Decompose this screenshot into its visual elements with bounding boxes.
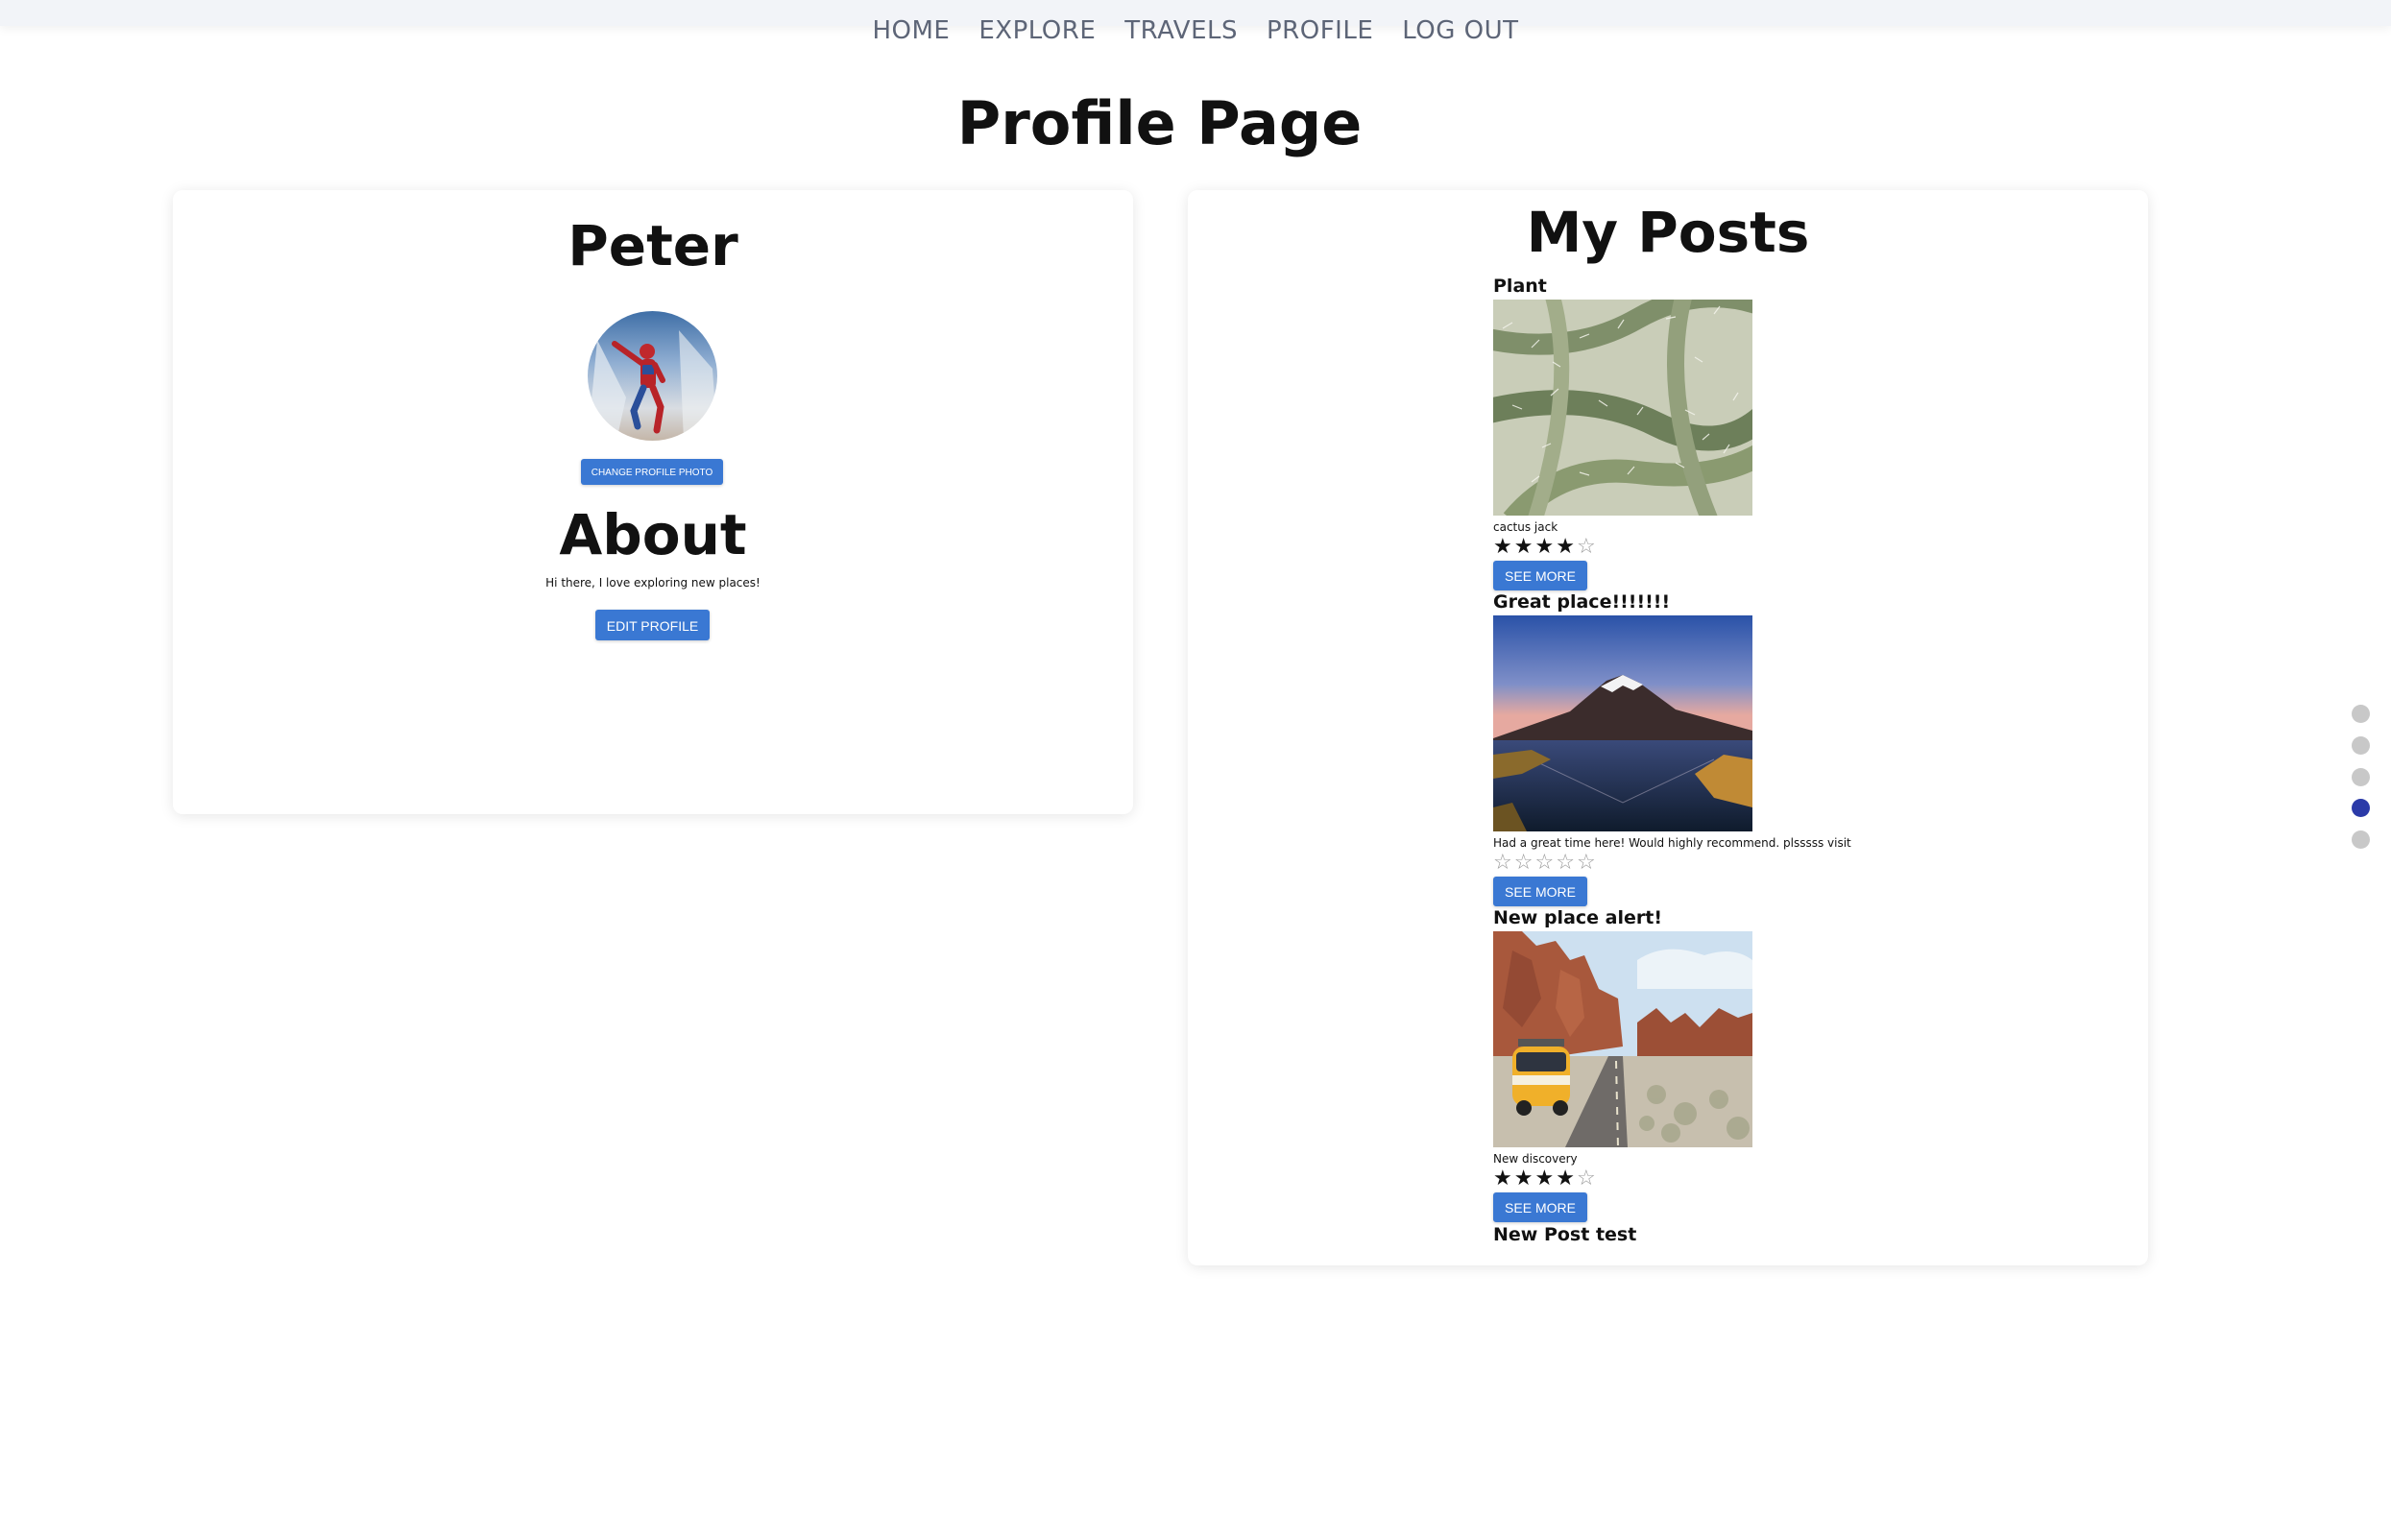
- posts-heading: My Posts: [1526, 200, 1810, 265]
- pager-dot[interactable]: [2352, 830, 2370, 849]
- star-icon-filled: ★: [1513, 1167, 1535, 1191]
- desert-road-van-photo: [1493, 931, 1752, 1147]
- posts-card: My Posts Plant cactus jack ★★★★☆ SEE MOR…: [1188, 190, 2148, 1265]
- star-rating: ☆☆☆☆☆: [1493, 852, 1598, 875]
- change-profile-photo-button[interactable]: CHANGE PROFILE PHOTO: [581, 459, 723, 485]
- post-description: cactus jack: [1493, 520, 1558, 534]
- edit-profile-button[interactable]: EDIT PROFILE: [595, 610, 710, 640]
- star-icon-empty: ☆: [1576, 1167, 1598, 1191]
- page-title: Profile Page: [956, 88, 1363, 158]
- star-icon-filled: ★: [1493, 535, 1514, 559]
- see-more-button[interactable]: SEE MORE: [1493, 877, 1587, 906]
- post-title: New place alert!: [1493, 907, 1662, 928]
- about-heading: About: [559, 502, 747, 567]
- pager-dot-active[interactable]: [2352, 799, 2370, 817]
- star-icon-empty: ☆: [1576, 535, 1598, 559]
- about-text: Hi there, I love exploring new places!: [545, 576, 761, 590]
- star-icon-filled: ★: [1556, 1167, 1577, 1191]
- star-icon-filled: ★: [1534, 1167, 1557, 1191]
- avatar-figure-image: [588, 330, 717, 441]
- post-description: New discovery: [1493, 1152, 1578, 1166]
- see-more-button[interactable]: SEE MORE: [1493, 561, 1587, 590]
- star-icon-filled: ★: [1493, 1167, 1514, 1191]
- profile-card: Peter CHANGE PROFILE PHOTO About Hi ther…: [173, 190, 1133, 814]
- star-icon-empty: ☆: [1493, 851, 1514, 875]
- post-title: Great place!!!!!!!: [1493, 591, 1671, 613]
- nav-link-profile[interactable]: PROFILE: [1267, 13, 1373, 48]
- star-icon-empty: ☆: [1534, 851, 1557, 875]
- post-item: New place alert! New discovery ★★★★☆ SEE…: [1493, 906, 1973, 1223]
- pager-dot[interactable]: [2352, 705, 2370, 723]
- user-name: Peter: [568, 213, 738, 278]
- nav-links: HOME EXPLORE TRAVELS PROFILE LOG OUT: [0, 13, 2391, 48]
- star-icon-empty: ☆: [1576, 851, 1598, 875]
- star-icon-empty: ☆: [1556, 851, 1577, 875]
- avatar: [588, 311, 717, 441]
- post-description: Had a great time here! Would highly reco…: [1493, 836, 1851, 850]
- pager-dot[interactable]: [2352, 768, 2370, 786]
- nav-link-logout[interactable]: LOG OUT: [1402, 13, 1518, 48]
- nav-link-home[interactable]: HOME: [872, 13, 950, 48]
- star-icon-filled: ★: [1534, 535, 1557, 559]
- nav-link-travels[interactable]: TRAVELS: [1124, 13, 1238, 48]
- see-more-button[interactable]: SEE MORE: [1493, 1192, 1587, 1222]
- cactus-photo: [1493, 300, 1752, 516]
- star-rating: ★★★★☆: [1493, 1167, 1598, 1191]
- star-rating: ★★★★☆: [1493, 536, 1598, 559]
- star-icon-empty: ☆: [1513, 851, 1535, 875]
- star-icon-filled: ★: [1556, 535, 1577, 559]
- mountain-lake-photo: [1493, 615, 1752, 831]
- post-item: Great place!!!!!!! Had a great time here…: [1493, 590, 1973, 907]
- post-title: New Post test: [1493, 1224, 1637, 1245]
- star-icon-filled: ★: [1513, 535, 1535, 559]
- pager-dot[interactable]: [2352, 736, 2370, 755]
- post-item: Plant cactus jack ★★★★☆ SEE MORE: [1493, 275, 1973, 591]
- nav-link-explore[interactable]: EXPLORE: [978, 13, 1096, 48]
- post-item: New Post test: [1493, 1223, 1973, 1540]
- top-nav: HOME EXPLORE TRAVELS PROFILE LOG OUT: [0, 0, 2391, 45]
- post-title: Plant: [1493, 276, 1547, 297]
